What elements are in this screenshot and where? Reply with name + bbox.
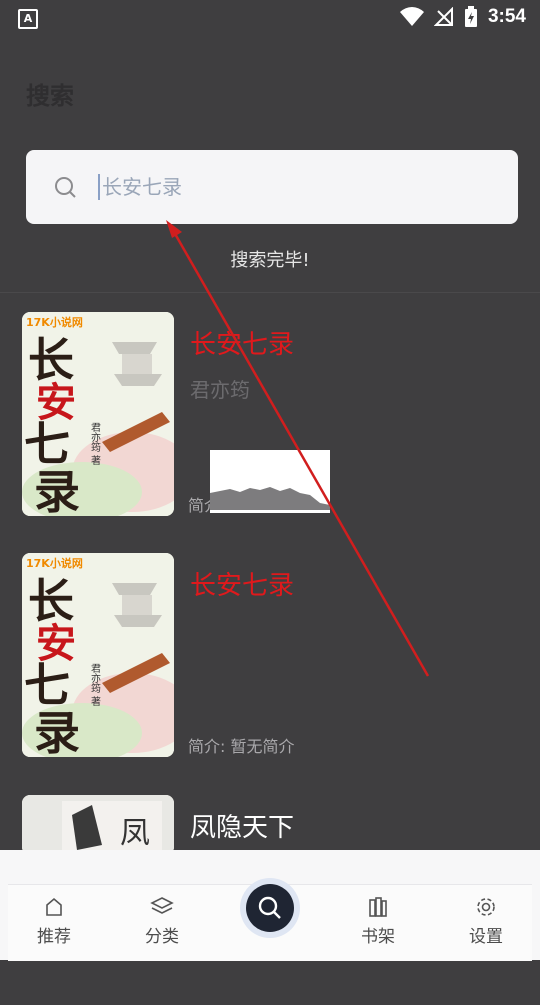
nav-bookshelf[interactable]: 书架 bbox=[338, 896, 418, 947]
cover-author: 君亦筠 著 bbox=[89, 422, 101, 465]
no-signal-icon bbox=[433, 7, 453, 26]
cover-author: 君亦筠 著 bbox=[89, 663, 101, 706]
search-status-message: 搜索完毕! bbox=[230, 250, 310, 271]
book-cover[interactable]: 17K小说网 长 安 七 录 君亦筠 著 bbox=[22, 553, 174, 757]
book-cover[interactable]: 17K小说网 长 安 七 录 君亦筠 著 bbox=[22, 312, 174, 516]
search-icon bbox=[55, 177, 76, 198]
search-input[interactable]: 长安七录 bbox=[98, 174, 182, 200]
nav-settings[interactable]: 设置 bbox=[446, 896, 526, 947]
page-title: 搜索 bbox=[26, 82, 74, 110]
wifi-icon bbox=[399, 7, 424, 27]
search-box[interactable]: 长安七录 bbox=[26, 150, 518, 224]
nav-label: 设置 bbox=[469, 927, 503, 947]
cover-badge: 17K小说网 bbox=[26, 556, 83, 570]
nav-category[interactable]: 分类 bbox=[122, 896, 202, 947]
app-notification-icon: A bbox=[18, 9, 38, 29]
bottom-navigation: 推荐 分类 书架 设置 bbox=[0, 850, 540, 961]
gear-icon bbox=[477, 898, 495, 916]
book-title[interactable]: 长安七录 bbox=[190, 565, 294, 602]
book-cover[interactable]: 凤 bbox=[22, 795, 174, 855]
battery-charging-icon bbox=[464, 6, 477, 27]
svg-text:七: 七 bbox=[24, 658, 70, 712]
book-intro: 简介: 暂无简介 bbox=[188, 737, 295, 756]
book-title[interactable]: 长安七录 bbox=[190, 324, 294, 361]
overlay-graph-thumbnail bbox=[210, 450, 330, 513]
nav-recommend[interactable]: 推荐 bbox=[14, 896, 94, 947]
book-author: 君亦筠 bbox=[190, 378, 250, 402]
nav-label: 分类 bbox=[145, 927, 179, 947]
book-title[interactable]: 凤隐天下 bbox=[190, 807, 294, 844]
cover-badge: 17K小说网 bbox=[26, 315, 83, 329]
status-time: 3:54 bbox=[487, 6, 526, 27]
nav-label: 推荐 bbox=[37, 927, 71, 947]
home-icon bbox=[46, 897, 62, 916]
svg-text:录: 录 bbox=[34, 465, 80, 516]
search-icon bbox=[258, 896, 281, 919]
status-icons: 3:54 bbox=[399, 6, 526, 28]
bookshelf-icon bbox=[369, 897, 387, 917]
svg-text:七: 七 bbox=[24, 417, 70, 471]
status-bar: A 3:54 bbox=[0, 0, 540, 36]
nav-search-button[interactable] bbox=[246, 884, 294, 932]
cover-title: 凤 bbox=[120, 816, 150, 851]
result-item[interactable]: 17K小说网 长 安 七 录 君亦筠 著 长安七录 简介: 暂无简介 bbox=[0, 553, 540, 763]
layers-icon bbox=[150, 897, 174, 914]
svg-text:录: 录 bbox=[34, 706, 80, 757]
divider bbox=[0, 292, 540, 293]
nav-label: 书架 bbox=[361, 927, 395, 947]
